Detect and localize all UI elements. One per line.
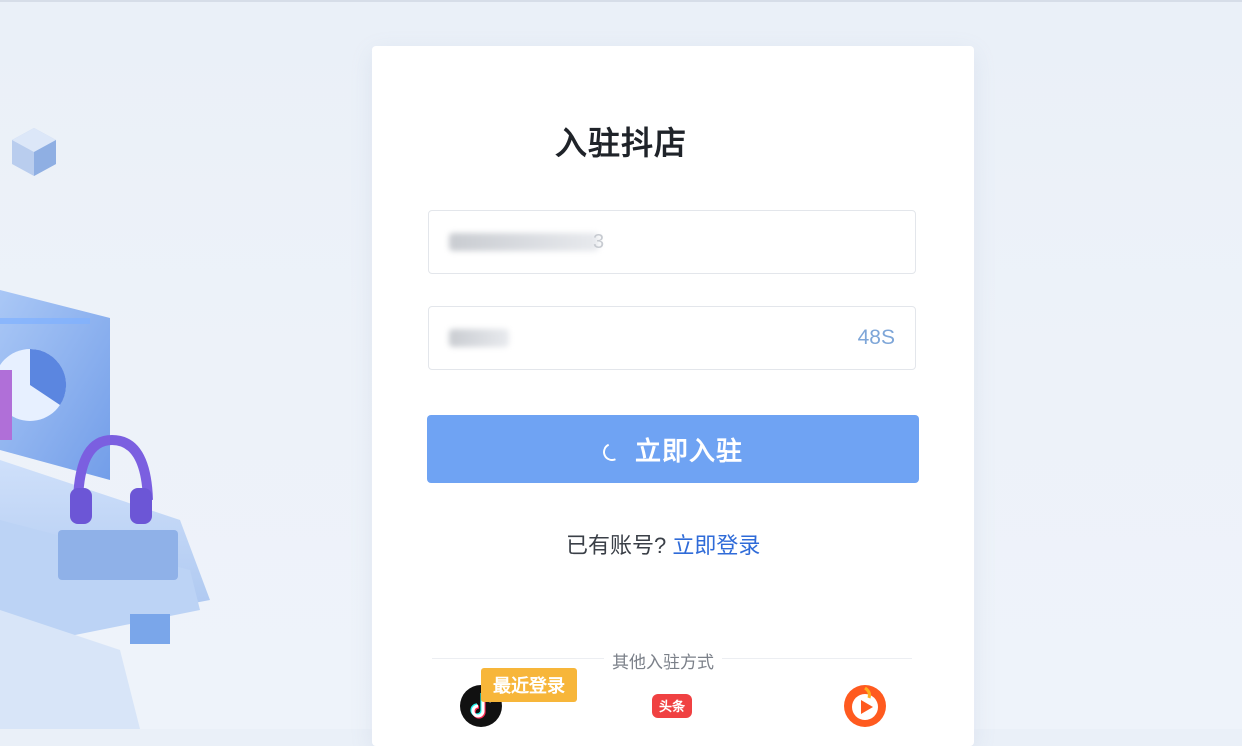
toutiao-login-button[interactable]: 头条: [650, 684, 694, 728]
resend-countdown: 48S: [857, 326, 895, 349]
phone-input[interactable]: 3: [428, 210, 916, 274]
submit-label: 立即入驻: [634, 435, 743, 466]
submit-button[interactable]: 立即入驻: [427, 415, 919, 483]
masked-phone-number: [449, 233, 599, 251]
recent-login-badge: 最近登录: [481, 668, 577, 702]
login-prompt-text: 已有账号?: [566, 533, 667, 558]
page-title: 入驻抖店: [554, 125, 687, 161]
phone-tail-digit: 3: [593, 231, 605, 253]
verification-code-input[interactable]: 48S: [428, 306, 916, 370]
huoshan-login-button[interactable]: [843, 684, 887, 728]
login-link[interactable]: 立即登录: [672, 533, 760, 558]
huoshan-icon: [844, 685, 886, 727]
toutiao-icon: 头条: [652, 694, 692, 718]
platform-graphic: [0, 460, 210, 729]
loading-spinner-icon: [600, 440, 624, 464]
toutiao-icon-text: 头条: [659, 699, 686, 715]
decorative-illustration: [0, 128, 210, 729]
masked-code: [449, 329, 509, 347]
other-methods-label: 其他入驻方式: [604, 648, 722, 673]
